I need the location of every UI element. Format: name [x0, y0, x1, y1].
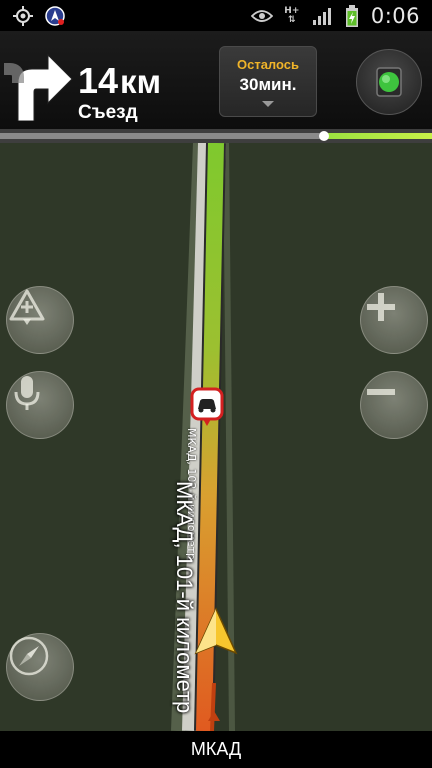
network-icon: H+ ⇅: [284, 5, 300, 25]
map-view[interactable]: МКАД, 102-й километр МКАД, 101-й километ…: [0, 143, 432, 731]
remaining-label: Осталось: [236, 57, 300, 72]
status-bar: H+ ⇅ 0:06: [0, 0, 432, 31]
battery-charging-icon: [341, 4, 363, 27]
minus-icon: [367, 389, 395, 395]
traffic-button[interactable]: [356, 49, 422, 115]
navigator-app-icon: [44, 5, 66, 27]
maneuver-distance: 14км: [78, 61, 161, 102]
report-event-button[interactable]: [6, 286, 74, 354]
maneuver-label: Съезд: [78, 102, 138, 123]
current-street: МКАД: [190, 739, 242, 759]
voice-button[interactable]: [6, 371, 74, 439]
traffic-light-icon: [376, 67, 402, 97]
accident-icon: [190, 387, 224, 426]
turn-right-icon: [4, 53, 73, 121]
compass-icon: [9, 636, 49, 676]
signal-icon: [311, 5, 333, 27]
report-event-icon: [9, 289, 45, 325]
progress-fill: [324, 133, 432, 139]
gps-icon: [12, 5, 34, 27]
remaining-value: 30мин.: [239, 75, 297, 94]
current-street-bar: МКАД: [0, 731, 432, 768]
distance-unit: км: [120, 63, 161, 100]
zoom-in-button[interactable]: [360, 286, 428, 354]
distance-value: 14: [78, 60, 119, 101]
road-label-big: МКАД, 101-й километр: [172, 481, 197, 714]
remaining-time-button[interactable]: Осталось 30мин.: [219, 46, 317, 117]
progress-marker: [319, 131, 329, 141]
route-progress-bar: [0, 129, 432, 143]
chevron-down-icon: [262, 101, 274, 107]
microphone-icon: [14, 376, 40, 410]
accident-marker[interactable]: [190, 387, 224, 426]
navigation-arrow-icon: [194, 607, 238, 655]
compass-button[interactable]: [6, 633, 74, 701]
current-position-marker: [192, 607, 240, 659]
plus-icon: [367, 293, 395, 321]
maneuver-panel[interactable]: 14км Съезд Осталось 30мин.: [0, 31, 432, 129]
clock: 0:06: [370, 3, 420, 28]
eye-icon: [250, 5, 273, 27]
zoom-out-button[interactable]: [360, 371, 428, 439]
